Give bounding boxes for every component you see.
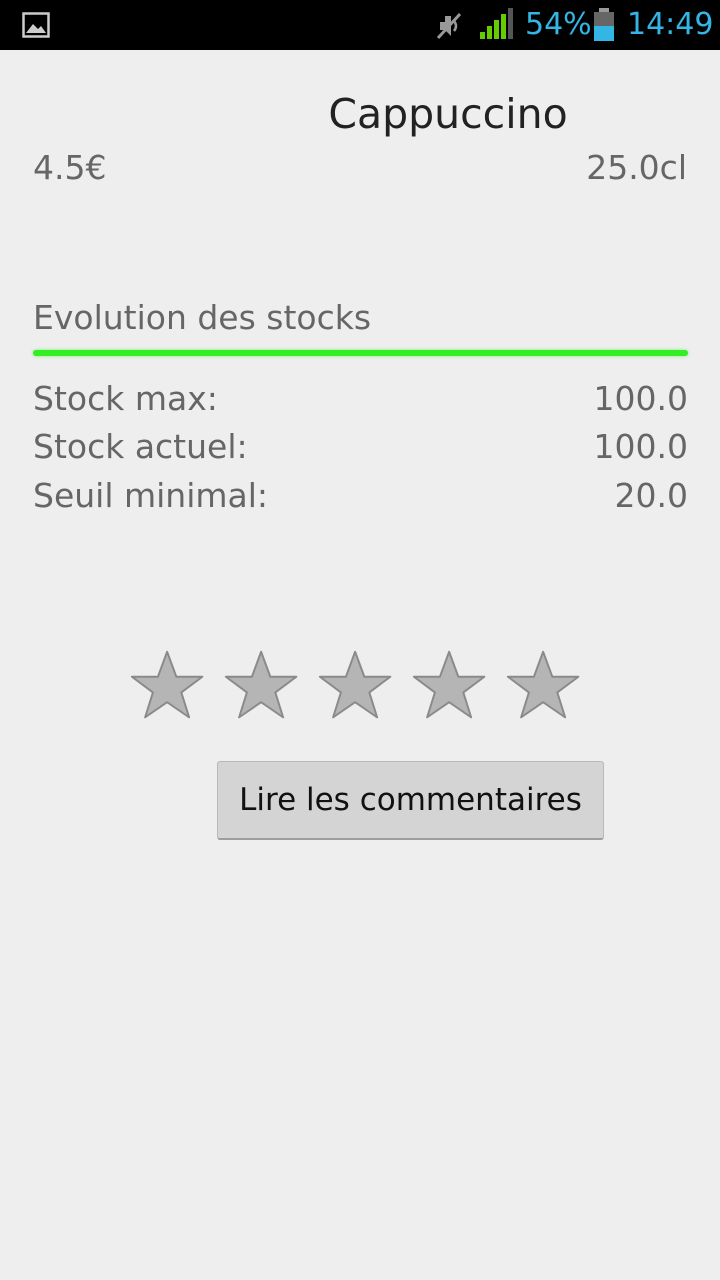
rating-bar[interactable]: [126, 648, 596, 728]
stock-progress-bar: [33, 350, 688, 356]
status-bar: 54% 14:49: [0, 0, 720, 50]
stock-max-row: Stock max: 100.0: [33, 374, 688, 422]
product-price: 4.5€: [33, 148, 107, 187]
stock-max-value: 100.0: [593, 378, 688, 418]
product-volume: 25.0cl: [586, 148, 687, 187]
stock-current-label: Stock actuel:: [33, 426, 248, 466]
clock: 14:49: [627, 7, 714, 42]
stock-max-label: Stock max:: [33, 378, 218, 418]
battery-icon: [594, 8, 614, 41]
star-icon[interactable]: [314, 648, 408, 728]
star-icon[interactable]: [126, 648, 220, 728]
stock-current-row: Stock actuel: 100.0: [33, 422, 688, 470]
star-icon[interactable]: [220, 648, 314, 728]
mute-icon: [436, 12, 462, 40]
stock-progress-fill: [33, 350, 688, 356]
stock-threshold-value: 20.0: [614, 475, 688, 515]
read-comments-button[interactable]: Lire les commentaires: [217, 761, 604, 840]
stock-threshold-label: Seuil minimal:: [33, 475, 269, 515]
star-icon[interactable]: [502, 648, 596, 728]
stock-current-value: 100.0: [593, 426, 688, 466]
signal-icon: [480, 8, 513, 39]
star-icon[interactable]: [408, 648, 502, 728]
battery-percentage: 54%: [525, 7, 592, 42]
stock-threshold-row: Seuil minimal: 20.0: [33, 471, 688, 519]
gallery-icon: [22, 12, 50, 38]
stock-section-header: Evolution des stocks: [33, 298, 372, 337]
product-title: Cappuccino: [328, 90, 568, 138]
